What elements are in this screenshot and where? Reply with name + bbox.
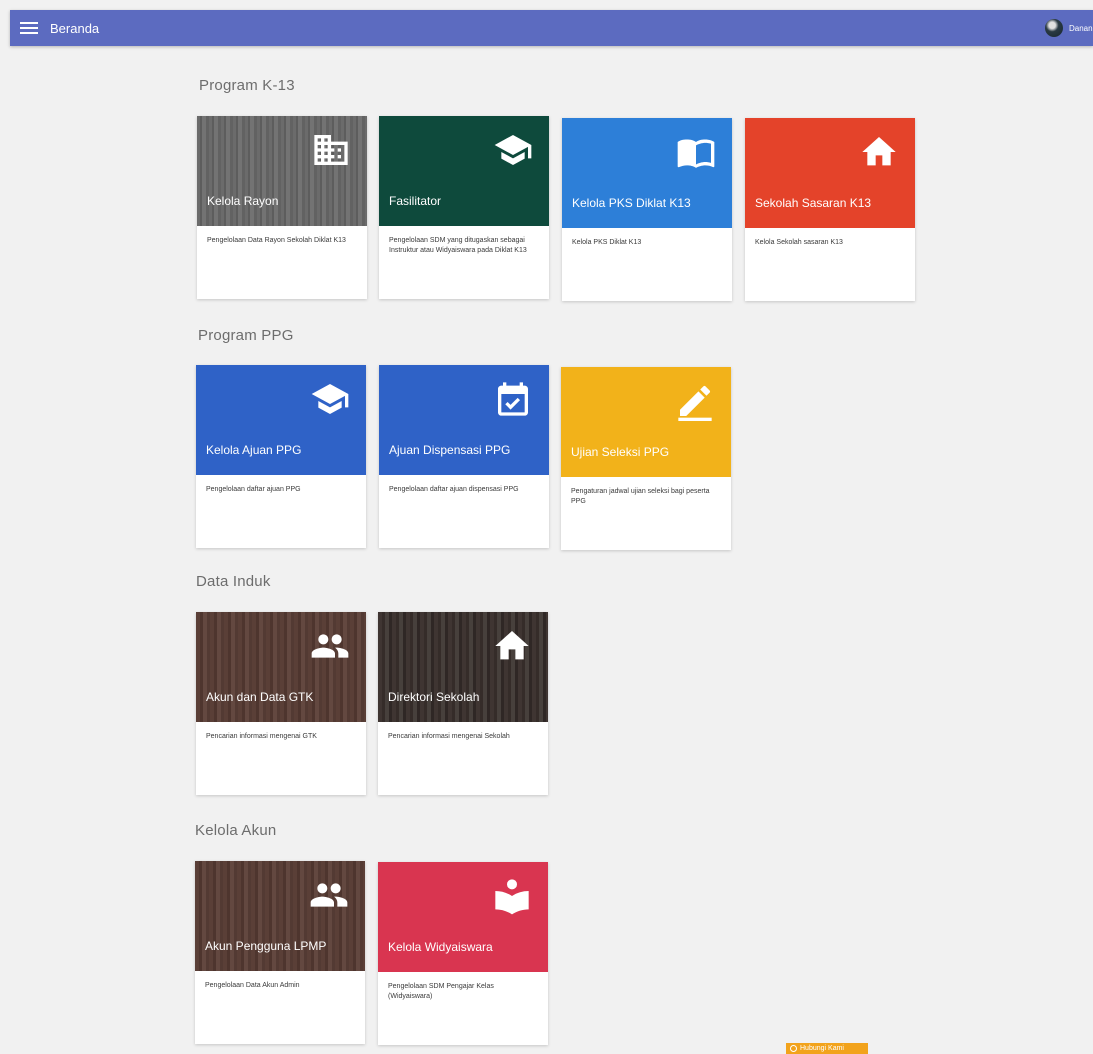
card-akun-dan-data-gtk[interactable]: Akun dan Data GTK Pencarian informasi me… [196,612,366,795]
reader-icon [492,876,532,916]
page-title: Beranda [50,20,100,36]
help-icon [790,1045,797,1052]
card-description: Pencarian informasi mengenai Sekolah [388,733,510,740]
card-title: Akun Pengguna LPMP [205,939,327,953]
people-icon [310,626,350,666]
contact-us-button[interactable]: Hubungi Kami [786,1043,868,1054]
section-title-program-ppg: Program PPG [198,327,294,344]
avatar[interactable] [1045,19,1063,37]
home-icon [492,626,532,666]
card-kelola-pks-diklat-k13[interactable]: Kelola PKS Diklat K13 Kelola PKS Diklat … [562,118,732,301]
graduation-cap-icon [310,379,350,419]
card-description: Kelola Sekolah sasaran K13 [755,239,843,246]
card-title: Akun dan Data GTK [206,690,314,704]
card-ajuan-dispensasi-ppg[interactable]: Ajuan Dispensasi PPG Pengelolaan daftar … [379,365,549,548]
card-header: Ujian Seleksi PPG [561,367,731,477]
card-description: Pengelolaan daftar ajuan PPG [206,486,301,493]
card-title: Ajuan Dispensasi PPG [389,443,511,457]
card-header: Akun dan Data GTK [196,612,366,722]
top-app-bar: Beranda Danang [10,10,1093,46]
card-description: Pengelolaan SDM Pengajar Kelas (Widyaisw… [388,983,494,1000]
card-title: Direktori Sekolah [388,690,480,704]
card-title: Fasilitator [389,194,442,208]
user-name[interactable]: Danang [1069,24,1093,33]
hamburger-menu-icon[interactable] [20,21,40,35]
card-akun-pengguna-lpmp[interactable]: Akun Pengguna LPMP Pengelolaan Data Akun… [195,861,365,1044]
card-title: Kelola PKS Diklat K13 [572,196,691,210]
card-header: Fasilitator [379,116,549,226]
card-title: Kelola Ajuan PPG [206,443,302,457]
card-sekolah-sasaran-k13[interactable]: Sekolah Sasaran K13 Kelola Sekolah sasar… [745,118,915,301]
calendar-check-icon [493,379,533,419]
graduation-cap-icon [493,130,533,170]
book-icon [676,132,716,172]
card-title: Ujian Seleksi PPG [571,445,670,459]
section-title-kelola-akun: Kelola Akun [195,822,277,839]
section-title-program-k13: Program K-13 [199,77,295,94]
card-description: Pengaturan jadwal ujian seleksi bagi pes… [571,488,710,505]
card-description: Pencarian informasi mengenai GTK [206,733,317,740]
card-header: Kelola Rayon [197,116,367,226]
card-description: Kelola PKS Diklat K13 [572,239,642,246]
card-description: Pengelolaan SDM yang ditugaskan sebagai … [389,237,527,254]
card-header: Direktori Sekolah [378,612,548,722]
card-header: Kelola Ajuan PPG [196,365,366,475]
contact-us-label: Hubungi Kami [800,1045,844,1052]
people-icon [309,875,349,915]
building-icon [311,130,351,170]
card-fasilitator[interactable]: Fasilitator Pengelolaan SDM yang ditugas… [379,116,549,299]
card-title: Kelola Rayon [207,194,279,208]
card-kelola-rayon[interactable]: Kelola Rayon Pengelolaan Data Rayon Seko… [197,116,367,299]
section-title-data-induk: Data Induk [196,573,271,590]
card-description: Pengelolaan Data Akun Admin [205,982,300,989]
card-description: Pengelolaan Data Rayon Sekolah Diklat K1… [207,237,346,244]
card-title: Sekolah Sasaran K13 [755,196,872,210]
card-kelola-widyaiswara[interactable]: Kelola Widyaiswara Pengelolaan SDM Penga… [378,862,548,1045]
card-header: Kelola PKS Diklat K13 [562,118,732,228]
card-ujian-seleksi-ppg[interactable]: Ujian Seleksi PPG Pengaturan jadwal ujia… [561,367,731,550]
card-header: Ajuan Dispensasi PPG [379,365,549,475]
card-description: Pengelolaan daftar ajuan dispensasi PPG [389,486,519,493]
card-kelola-ajuan-ppg[interactable]: Kelola Ajuan PPG Pengelolaan daftar ajua… [196,365,366,548]
card-header: Kelola Widyaiswara [378,862,548,972]
card-title: Kelola Widyaiswara [388,940,493,954]
user-menu[interactable]: Danang [1045,10,1093,46]
card-header: Sekolah Sasaran K13 [745,118,915,228]
pencil-icon [675,381,715,421]
card-header: Akun Pengguna LPMP [195,861,365,971]
home-icon [859,132,899,172]
card-direktori-sekolah[interactable]: Direktori Sekolah Pencarian informasi me… [378,612,548,795]
